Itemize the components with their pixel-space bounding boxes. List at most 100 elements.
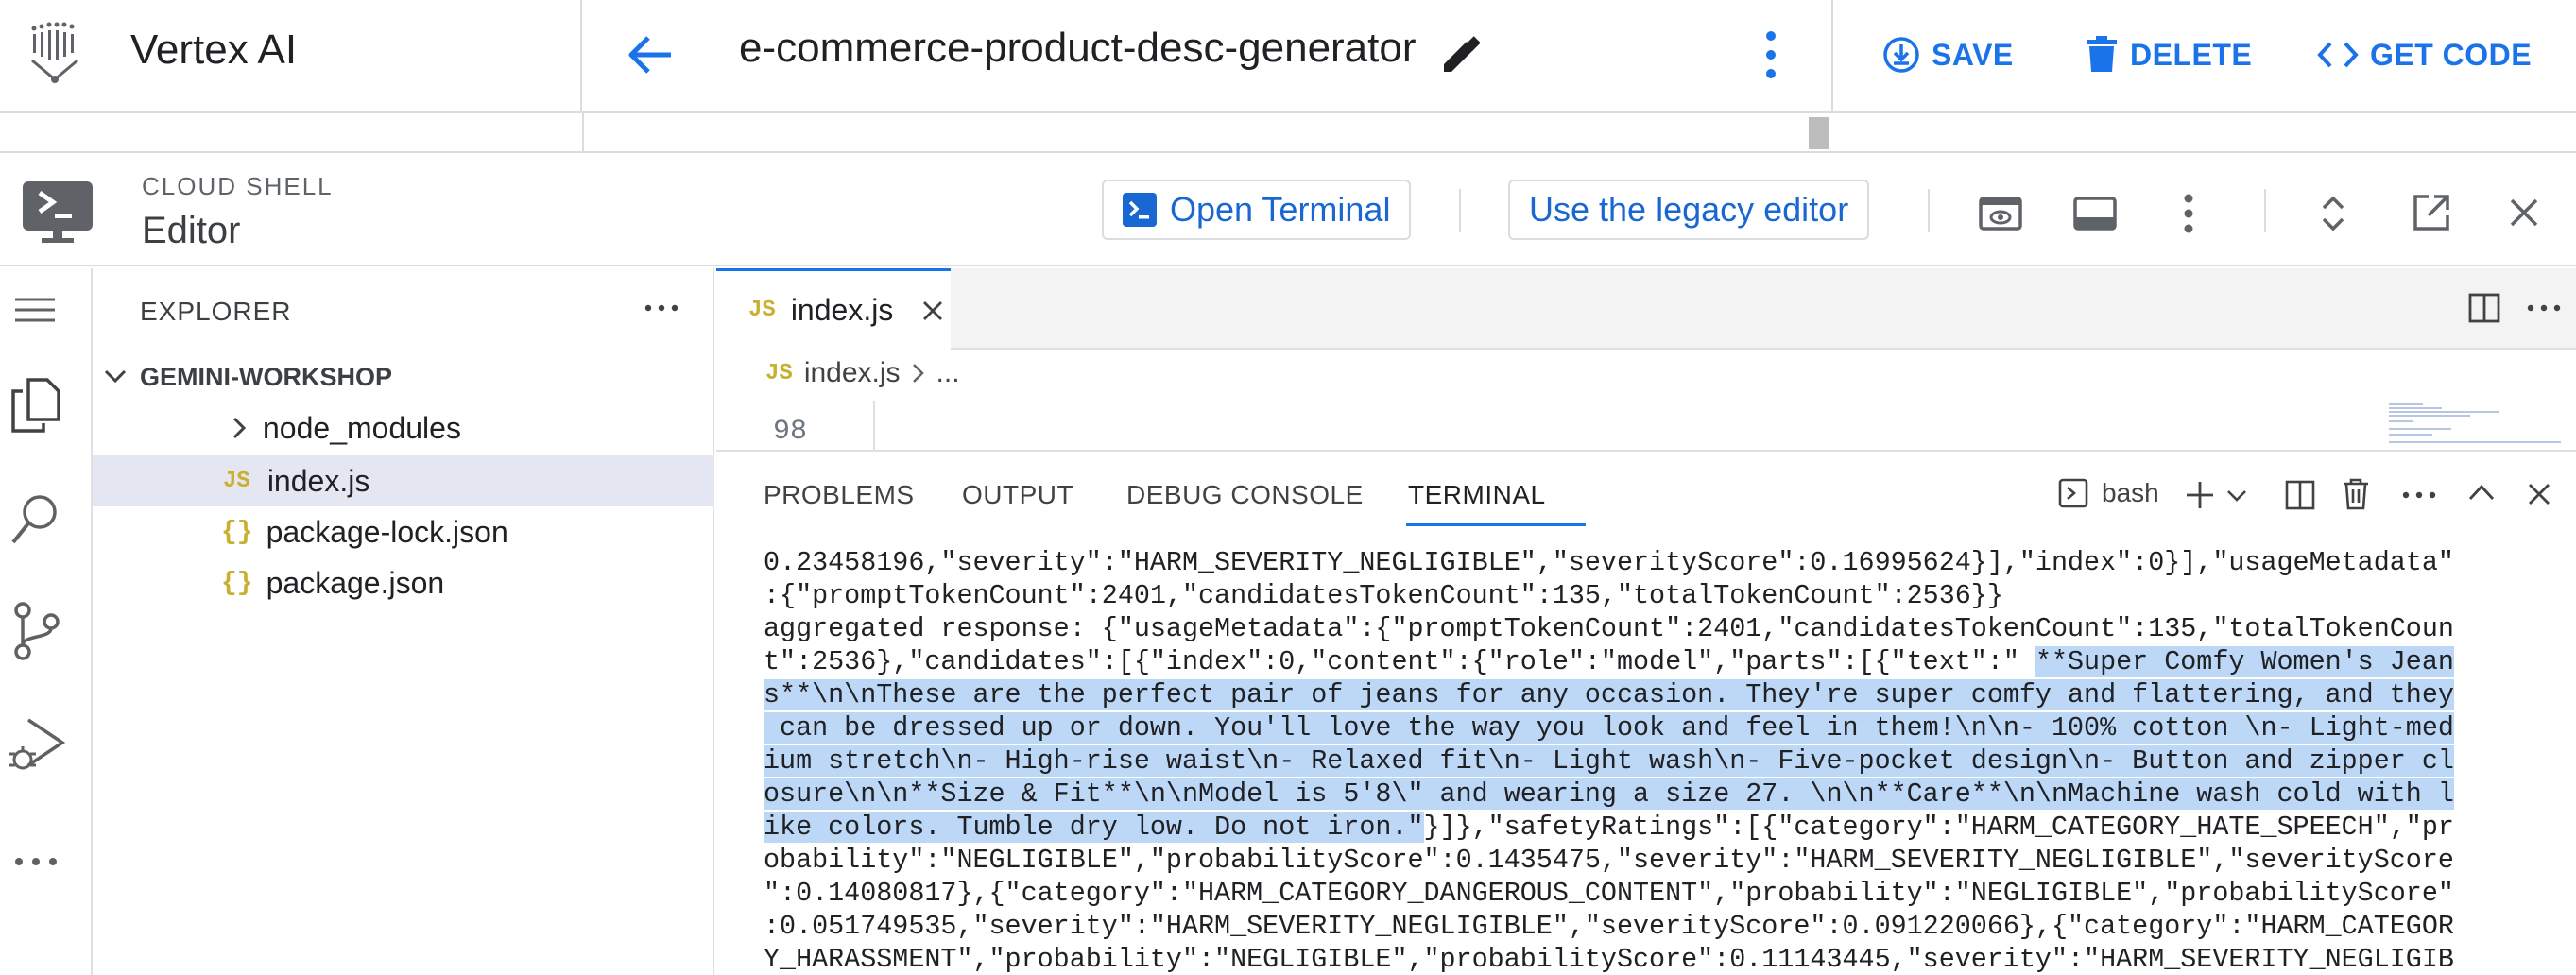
terminal-line: ":0.14080817},{"category":"HARM_CATEGORY… xyxy=(764,877,2551,910)
tree-item-label: index.js xyxy=(266,463,370,498)
tab-output[interactable]: OUTPUT xyxy=(962,480,1073,510)
cloud-shell-title: Editor xyxy=(142,210,241,251)
terminal-icon xyxy=(1123,193,1157,227)
tab-problems[interactable]: PROBLEMS xyxy=(764,480,915,510)
back-arrow-icon[interactable] xyxy=(626,32,675,77)
open-terminal-label: Open Terminal xyxy=(1170,190,1391,229)
files-icon[interactable] xyxy=(9,376,62,435)
js-file-icon: JS xyxy=(748,298,776,323)
chevron-right-icon xyxy=(232,417,246,439)
terminal-text: ":0.14080817},{"category":"HARM_CATEGORY… xyxy=(764,878,2454,909)
terminal-line: ium stretch\n- High-rise waist\n- Relaxe… xyxy=(764,744,2551,778)
terminal-line: t":2536},"candidates":[{"index":0,"conte… xyxy=(764,645,2551,678)
minimap[interactable] xyxy=(2385,401,2565,450)
terminal-shell-selector[interactable]: bash xyxy=(2058,478,2159,508)
terminal-line: :{"promptTokenCount":2401,"candidatesTok… xyxy=(764,579,2551,612)
terminal-line: can be dressed up or down. You'll love t… xyxy=(764,711,2551,744)
open-terminal-button[interactable]: Open Terminal xyxy=(1102,180,1412,240)
delete-label: DELETE xyxy=(2130,37,2253,72)
save-icon xyxy=(1882,36,1920,74)
get-code-label: GET CODE xyxy=(2370,37,2533,72)
terminal-line: ike colors. Tumble dry low. Do not iron.… xyxy=(764,811,2551,844)
json-file-icon: {} xyxy=(221,568,253,598)
more-horiz-icon[interactable] xyxy=(2402,491,2436,499)
line-number: 98 xyxy=(773,416,808,448)
breadcrumb-rest[interactable]: ... xyxy=(936,357,960,389)
tab-debug-console[interactable]: DEBUG CONSOLE xyxy=(1126,480,1364,510)
terminal-selected-text: ike colors. Tumble dry low. Do not iron.… xyxy=(764,812,1424,843)
delete-button[interactable]: DELETE xyxy=(2085,28,2252,81)
legacy-editor-button[interactable]: Use the legacy editor xyxy=(1508,180,1870,240)
terminal-text: :{"promptTokenCount":2401,"candidatesTok… xyxy=(764,580,2003,611)
terminal-text: Y_HARASSMENT","probability":"NEGLIGIBLE"… xyxy=(764,944,2454,975)
trash-icon[interactable] xyxy=(2342,478,2370,510)
tree-item-package-lock-json[interactable]: {} package-lock.json xyxy=(93,506,714,557)
more-vert-icon[interactable] xyxy=(2179,193,2198,234)
close-icon[interactable] xyxy=(2527,482,2551,506)
cloud-shell-icon xyxy=(21,180,94,246)
json-file-icon: {} xyxy=(221,517,253,547)
terminal-output[interactable]: 0.23458196,"severity":"HARM_SEVERITY_NEG… xyxy=(764,546,2551,975)
tree-item-label: package.json xyxy=(266,565,445,600)
tree-item-package-json[interactable]: {} package.json xyxy=(93,557,714,608)
run-debug-icon[interactable] xyxy=(6,712,66,778)
terminal-line: obability":"NEGLIGIBLE","probabilityScor… xyxy=(764,844,2551,877)
close-icon[interactable] xyxy=(921,299,944,322)
more-horiz-icon[interactable] xyxy=(13,856,59,867)
expand-icon[interactable] xyxy=(2319,193,2347,234)
chevron-down-icon[interactable] xyxy=(2226,489,2247,503)
terminal-line: aggregated response: {"usageMetadata":{"… xyxy=(764,612,2551,645)
split-terminal-icon[interactable] xyxy=(2285,480,2315,510)
get-code-button[interactable]: GET CODE xyxy=(2317,28,2532,81)
edit-pencil-icon[interactable] xyxy=(1440,36,1480,76)
chevron-down-icon xyxy=(104,369,127,385)
more-horiz-icon[interactable] xyxy=(2527,304,2561,312)
code-icon xyxy=(2317,40,2359,70)
close-icon[interactable] xyxy=(2508,197,2540,229)
legacy-editor-label: Use the legacy editor xyxy=(1529,190,1849,229)
prompt-scrollbar[interactable] xyxy=(1809,117,1829,149)
js-file-icon: JS xyxy=(223,468,250,494)
prompt-content-strip xyxy=(0,113,2576,153)
code-indent-guide xyxy=(873,401,875,452)
workspace-label: GEMINI-WORKSHOP xyxy=(140,362,392,391)
editor-tab-index-js[interactable]: JS index.js xyxy=(716,268,951,350)
code-editor[interactable] xyxy=(716,401,2576,452)
cloud-shell-label: CLOUD SHELL xyxy=(142,172,334,200)
workspace-folder[interactable]: GEMINI-WORKSHOP xyxy=(93,351,714,402)
terminal-text: aggregated response: {"usageMetadata":{"… xyxy=(764,613,2454,644)
terminal-selected-text: osure\n\n**Size & Fit**\n\nModel is 5'8\… xyxy=(764,778,2454,810)
terminal-line: 0.23458196,"severity":"HARM_SEVERITY_NEG… xyxy=(764,546,2551,579)
open-new-window-icon[interactable] xyxy=(2412,193,2451,232)
save-label: SAVE xyxy=(1932,37,2014,72)
terminal-text: obability":"NEGLIGIBLE","probabilityScor… xyxy=(764,845,2454,876)
app-title: Vertex AI xyxy=(130,26,298,73)
breadcrumb-file[interactable]: index.js xyxy=(804,357,901,389)
search-icon[interactable] xyxy=(9,491,62,548)
tree-item-node-modules[interactable]: node_modules xyxy=(93,402,714,453)
preview-icon[interactable] xyxy=(1979,197,2022,231)
active-tab-indicator xyxy=(1406,523,1586,526)
terminal-icon xyxy=(2058,478,2088,508)
chevron-right-icon xyxy=(912,363,925,384)
source-control-icon[interactable] xyxy=(11,601,60,661)
more-vert-icon[interactable] xyxy=(1760,28,1782,81)
tree-item-index-js[interactable]: JS index.js xyxy=(93,455,714,506)
terminal-line: osure\n\n**Size & Fit**\n\nModel is 5'8\… xyxy=(764,778,2551,811)
breadcrumb: JS index.js ... xyxy=(765,357,960,389)
terminal-selected-text: ium stretch\n- High-rise waist\n- Relaxe… xyxy=(764,745,2454,777)
terminal-line: :0.051749535,"severity":"HARM_SEVERITY_N… xyxy=(764,910,2551,943)
header-divider xyxy=(1459,189,1461,232)
save-button[interactable]: SAVE xyxy=(1882,28,2014,81)
tab-terminal[interactable]: TERMINAL xyxy=(1408,480,1546,510)
split-editor-icon[interactable] xyxy=(2468,293,2500,323)
chevron-up-icon[interactable] xyxy=(2468,484,2495,501)
add-icon[interactable] xyxy=(2185,480,2215,510)
tab-label: index.js xyxy=(790,293,894,327)
delete-icon xyxy=(2085,36,2119,74)
menu-icon[interactable] xyxy=(13,297,57,323)
shell-label: bash xyxy=(2102,478,2159,507)
panel-icon[interactable] xyxy=(2073,197,2117,231)
more-horiz-icon[interactable] xyxy=(644,304,678,312)
prompt-title: e-commerce-product-desc-generator xyxy=(739,25,1417,71)
